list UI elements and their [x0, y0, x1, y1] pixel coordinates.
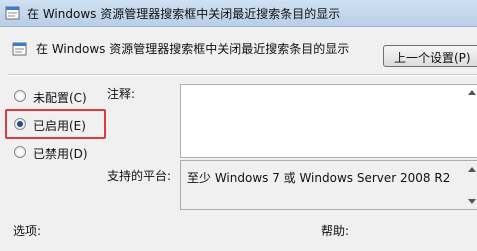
platform-scroll-down-arrow[interactable]: [468, 199, 476, 204]
policy-title: 在 Windows 资源管理器搜索框中关闭最近搜索条目的显示: [36, 42, 350, 56]
radio-label: 未配置(C): [33, 91, 87, 105]
comment-textarea[interactable]: [180, 84, 477, 158]
radio-circle[interactable]: [14, 146, 26, 158]
divider: [8, 74, 477, 76]
supported-platform-label: 支持的平台:: [107, 169, 172, 183]
radio-circle[interactable]: [14, 118, 26, 130]
platform-scroll-up-arrow[interactable]: [468, 167, 476, 172]
radio-label: 已禁用(D): [33, 147, 88, 161]
help-section-label: 帮助:: [321, 224, 350, 238]
radio-label: 已启用(E): [33, 119, 86, 133]
comment-scroll-up-arrow[interactable]: [468, 90, 476, 95]
window-title: 在 Windows 资源管理器搜索框中关闭最近搜索条目的显示: [27, 7, 341, 21]
supported-platform-value: 至少 Windows 7 或 Windows Server 2008 R2: [180, 160, 477, 210]
comment-label: 注释:: [107, 87, 136, 101]
policy-settings-icon: [5, 5, 21, 21]
policy-settings-icon: [12, 41, 28, 57]
options-section-label: 选项:: [13, 224, 42, 238]
previous-setting-button[interactable]: 上一个设置(P): [383, 45, 477, 67]
window-titlebar: 在 Windows 资源管理器搜索框中关闭最近搜索条目的显示: [0, 0, 477, 27]
radio-circle[interactable]: [14, 90, 26, 102]
